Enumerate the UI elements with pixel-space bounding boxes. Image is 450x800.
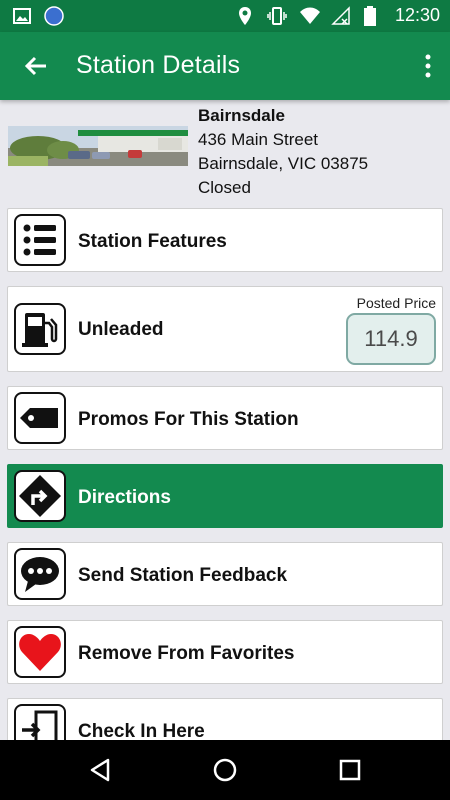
station-address-line2: Bairnsdale, VIC 03875 [198,154,369,173]
promos-row[interactable]: Promos For This Station [7,386,443,450]
status-bar: 12:30 [0,0,450,32]
station-features-label: Station Features [78,231,227,252]
compass-app-icon [44,6,64,26]
page-title: Station Details [76,51,241,79]
station-features-row[interactable]: Station Features [7,208,443,272]
image-notification-icon [12,6,32,26]
battery-icon [363,5,383,26]
heart-icon [14,626,66,678]
system-navigation-bar [0,740,450,800]
vibrate-icon [267,6,287,26]
wifi-icon [299,6,320,26]
no-signal-icon [331,5,351,26]
directions-row[interactable]: Directions [7,464,443,528]
chat-bubble-icon [14,548,66,600]
directions-icon [14,470,66,522]
posted-price-label: Posted Price [356,295,436,311]
fuel-pump-icon [14,303,66,355]
station-name: Bairnsdale [198,106,285,125]
location-icon [235,6,255,26]
overflow-menu-icon[interactable] [420,52,436,80]
directions-label: Directions [78,487,171,508]
station-photo [8,126,188,166]
tag-icon [14,392,66,444]
station-status: Closed [198,178,251,197]
station-header: Bairnsdale 436 Main Street Bairnsdale, V… [0,100,450,198]
station-address-line1: 436 Main Street [198,130,319,149]
back-arrow-icon[interactable] [22,52,50,80]
posted-price-value: 114.9 [346,313,436,365]
promos-label: Promos For This Station [78,409,299,430]
fuel-price-row[interactable]: Unleaded Posted Price 114.9 [7,286,443,372]
status-time: 12:30 [394,5,440,25]
app-bar: Station Details [0,32,450,100]
station-info: Bairnsdale 436 Main Street Bairnsdale, V… [198,104,368,200]
fuel-type-label: Unleaded [78,319,164,340]
back-triangle-icon[interactable] [86,756,114,784]
recents-square-icon[interactable] [336,756,364,784]
list-icon [14,214,66,266]
feedback-label: Send Station Feedback [78,565,288,586]
favorites-row[interactable]: Remove From Favorites [7,620,443,684]
feedback-row[interactable]: Send Station Feedback [7,542,443,606]
home-circle-icon[interactable] [211,756,239,784]
favorites-label: Remove From Favorites [78,643,295,664]
